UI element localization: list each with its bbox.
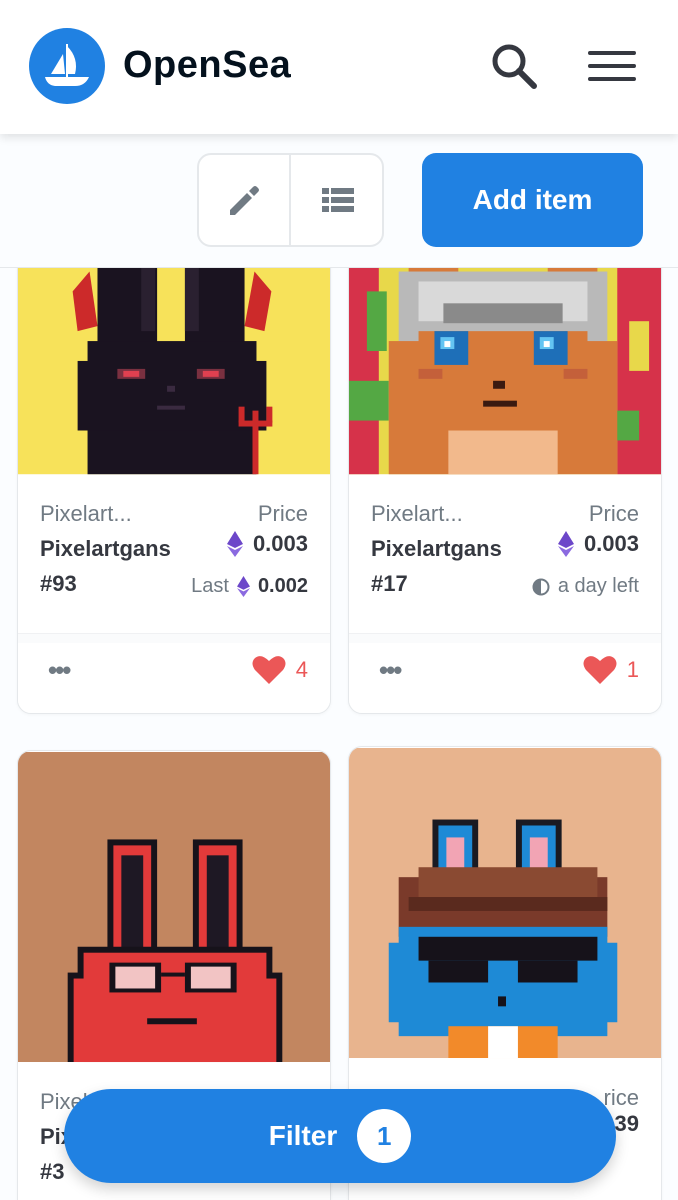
collection-name[interactable]: Pixelart... [40,501,132,527]
price-label: Price [257,501,308,526]
price-value: 39 [614,1111,639,1136]
time-left: a day left [532,575,639,598]
nft-image-red-bunny[interactable] [18,751,330,1063]
item-number[interactable]: #17 [371,571,408,597]
filter-label: Filter [268,1120,338,1151]
card-info: Pixelart... Pixelartgans #93 Price 0.003… [18,475,330,643]
ethereum-icon [226,531,243,557]
footer-divider [18,633,330,643]
edit-button[interactable] [199,155,291,245]
like-count: 1 [626,657,639,682]
search-icon[interactable] [488,40,540,92]
item-name[interactable]: Pixelartgans [371,535,511,563]
opensea-logo-icon[interactable] [29,28,105,104]
price: 0.003 [557,531,639,557]
last-sale: Last 0.002 [191,575,308,598]
filter-button[interactable]: Filter 1 [64,1089,616,1183]
view-toggle [197,153,384,247]
more-options-icon[interactable]: ••• [48,655,71,686]
like-button[interactable]: 4 [252,655,308,685]
heart-icon [252,656,286,684]
ethereum-icon [236,576,250,597]
toolbar: Add item [0,134,678,268]
card-info: Pixelart... Pixelartgans #17 Price 0.003… [349,475,661,643]
item-number[interactable]: #3 [40,1159,64,1185]
list-view-icon [322,188,354,212]
nft-card[interactable]: Pixelart... Pixelartgans #17 Price 0.003… [348,230,662,714]
clock-icon [532,578,550,595]
price: 39 [615,1111,639,1137]
nft-card[interactable]: Pixelart... Pixelartgans #93 Price 0.003… [17,230,331,714]
item-name[interactable]: Pixelartgans [40,535,180,563]
card-footer: ••• 1 [349,633,661,705]
collection-name[interactable]: Pixelart... [371,501,463,527]
hamburger-menu-icon[interactable] [586,40,638,92]
pencil-icon [230,186,259,215]
footer-divider [349,633,661,643]
price: 0.003 [226,531,308,557]
last-label: Last [191,575,229,597]
last-value: 0.002 [257,575,308,597]
item-number[interactable]: #93 [40,571,77,597]
brand-name[interactable]: OpenSea [123,44,291,87]
price-label: rice [603,1085,639,1110]
price-value: 0.003 [252,531,308,556]
card-footer: ••• 4 [18,633,330,705]
heart-icon [583,656,617,684]
more-options-icon[interactable]: ••• [379,655,402,686]
like-count: 4 [295,657,308,682]
price-value: 0.003 [583,531,639,556]
ethereum-icon [557,531,574,557]
like-button[interactable]: 1 [583,655,639,685]
app-header: OpenSea [0,0,678,134]
nft-image-blue-bunny[interactable] [349,747,661,1059]
time-left-label: a day left [557,575,639,597]
add-item-button[interactable]: Add item [422,153,643,247]
filter-count-badge: 1 [357,1109,412,1163]
price-label: Price [588,501,639,526]
list-view-button[interactable] [292,155,382,245]
